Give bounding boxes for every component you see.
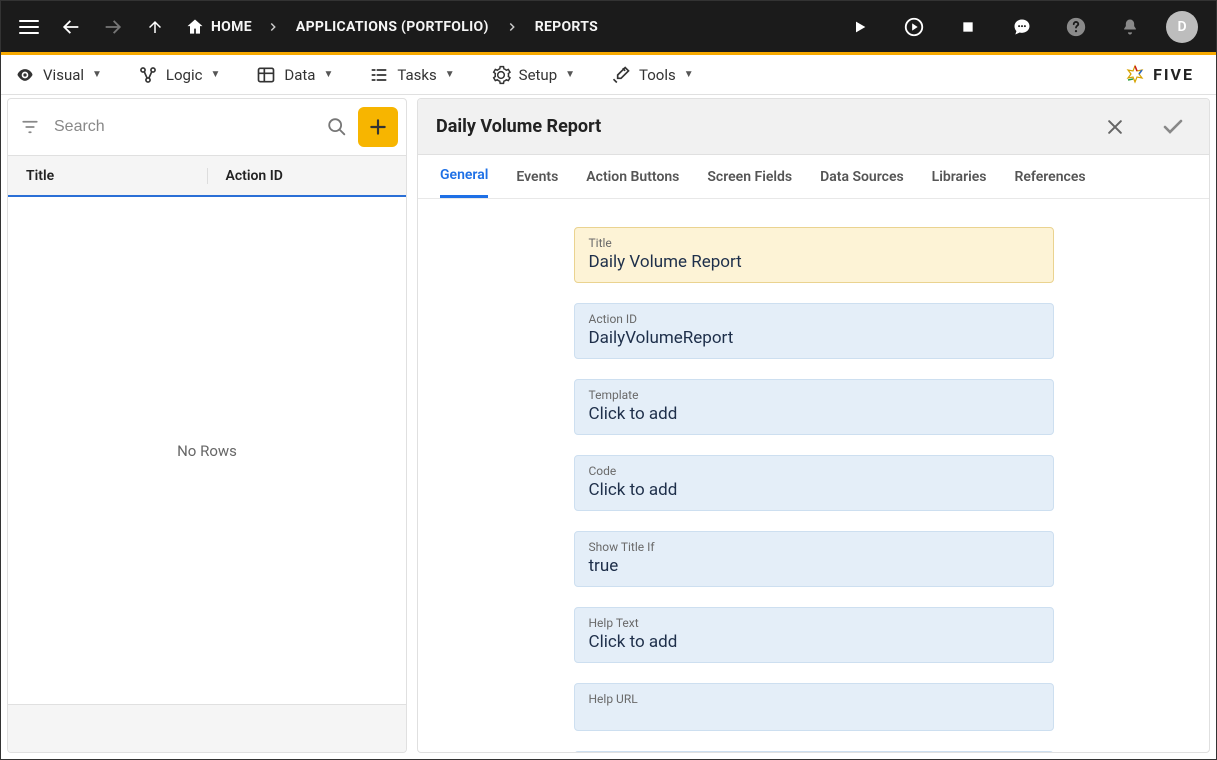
field-code[interactable]: Code Click to add [574, 455, 1054, 511]
brand-text: FIVE [1153, 65, 1194, 84]
avatar-initial: D [1177, 19, 1186, 35]
breadcrumb-home[interactable]: HOME [211, 19, 252, 35]
field-value: Daily Volume Report [589, 252, 1039, 272]
chat-icon[interactable] [1004, 9, 1040, 45]
dropdown-icon: ▼ [684, 69, 694, 80]
field-value: true [589, 556, 1039, 576]
tab-general[interactable]: General [440, 155, 488, 198]
bell-icon[interactable] [1112, 9, 1148, 45]
help-icon[interactable] [1058, 9, 1094, 45]
right-panel: Daily Volume Report General Events Actio… [417, 98, 1210, 753]
tab-libraries[interactable]: Libraries [932, 155, 987, 198]
tab-action-buttons[interactable]: Action Buttons [586, 155, 679, 198]
filter-icon[interactable] [16, 118, 44, 136]
dropdown-icon: ▼ [445, 69, 455, 80]
menu-strip: Visual ▼ Logic ▼ Data ▼ Tasks ▼ Setup ▼ … [1, 55, 1216, 95]
dropdown-icon: ▼ [210, 69, 220, 80]
field-template[interactable]: Template Click to add [574, 379, 1054, 435]
column-actionid[interactable]: Action ID [207, 168, 407, 184]
tab-events[interactable]: Events [516, 155, 558, 198]
menu-icon[interactable] [11, 9, 47, 45]
home-icon[interactable]: HOME [179, 9, 258, 45]
avatar[interactable]: D [1166, 11, 1198, 43]
breadcrumb-reports[interactable]: REPORTS [527, 19, 606, 35]
menu-label: Tools [639, 66, 676, 84]
check-icon[interactable] [1155, 109, 1191, 145]
breadcrumb-applications[interactable]: APPLICATIONS (PORTFOLIO) [288, 19, 497, 35]
table-headers: Title Action ID [8, 155, 406, 197]
back-icon[interactable] [53, 9, 89, 45]
field-label: Title [589, 236, 1039, 250]
add-button[interactable] [358, 107, 398, 147]
up-icon[interactable] [137, 9, 173, 45]
left-panel: Title Action ID No Rows [7, 98, 407, 753]
tab-screen-fields[interactable]: Screen Fields [707, 155, 792, 198]
field-value: Click to add [589, 480, 1039, 500]
menu-label: Logic [166, 66, 203, 84]
topbar: HOME APPLICATIONS (PORTFOLIO) REPORTS [1, 1, 1216, 55]
column-title[interactable]: Title [8, 168, 207, 184]
field-show-title-if[interactable]: Show Title If true [574, 531, 1054, 587]
menu-visual[interactable]: Visual ▼ [15, 65, 102, 85]
tab-data-sources[interactable]: Data Sources [820, 155, 904, 198]
menu-label: Tasks [397, 66, 436, 84]
field-label: Template [589, 388, 1039, 402]
field-label: Show Title If [589, 540, 1039, 554]
dropdown-icon: ▼ [323, 69, 333, 80]
tabs: General Events Action Buttons Screen Fie… [418, 155, 1209, 199]
menu-label: Visual [43, 66, 84, 84]
field-title[interactable]: Title Daily Volume Report [574, 227, 1054, 283]
empty-state: No Rows [8, 197, 406, 704]
tab-references[interactable]: References [1014, 155, 1085, 198]
page-title: Daily Volume Report [436, 116, 601, 137]
search-input[interactable] [50, 112, 316, 142]
field-notes[interactable]: Notes Click to add [574, 751, 1054, 752]
chevron-right-icon [505, 20, 519, 34]
field-label: Code [589, 464, 1039, 478]
dropdown-icon: ▼ [92, 69, 102, 80]
menu-tools[interactable]: Tools ▼ [611, 65, 694, 85]
dropdown-icon: ▼ [565, 69, 575, 80]
field-label: Help URL [589, 692, 1039, 706]
play-icon[interactable] [842, 9, 878, 45]
close-icon[interactable] [1097, 109, 1133, 145]
menu-logic[interactable]: Logic ▼ [138, 65, 220, 85]
field-label: Help Text [589, 616, 1039, 630]
circle-play-icon[interactable] [896, 9, 932, 45]
brand-logo: FIVE [1123, 63, 1202, 87]
field-value: Click to add [589, 632, 1039, 652]
field-value: Click to add [589, 404, 1039, 424]
stop-icon[interactable] [950, 9, 986, 45]
field-action-id[interactable]: Action ID DailyVolumeReport [574, 303, 1054, 359]
list-footer [8, 704, 406, 752]
no-rows-text: No Rows [177, 442, 237, 460]
chevron-right-icon [266, 20, 280, 34]
field-label: Action ID [589, 312, 1039, 326]
menu-tasks[interactable]: Tasks ▼ [369, 65, 454, 85]
menu-label: Setup [519, 66, 557, 84]
menu-setup[interactable]: Setup ▼ [491, 65, 575, 85]
search-icon[interactable] [322, 116, 352, 138]
field-help-url[interactable]: Help URL [574, 683, 1054, 731]
field-help-text[interactable]: Help Text Click to add [574, 607, 1054, 663]
menu-label: Data [284, 66, 315, 84]
menu-data[interactable]: Data ▼ [256, 65, 333, 85]
field-value: DailyVolumeReport [589, 328, 1039, 348]
forward-icon [95, 9, 131, 45]
